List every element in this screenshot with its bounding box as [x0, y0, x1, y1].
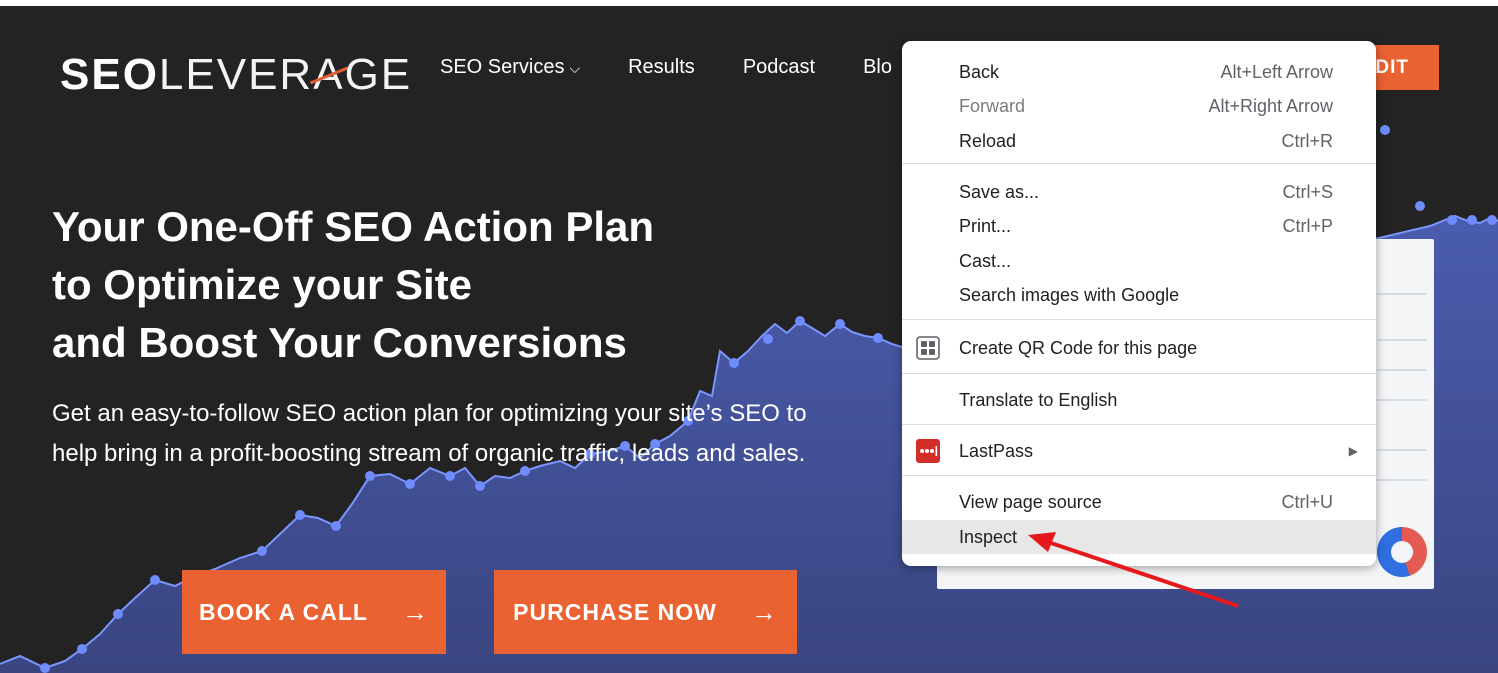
- menu-item-save-as-shortcut: Ctrl+S: [1282, 181, 1333, 202]
- dashboard-line: [1377, 339, 1427, 341]
- headline-line-3: and Boost Your Conversions: [52, 319, 627, 366]
- purchase-now-label: PURCHASE NOW: [513, 598, 717, 625]
- lastpass-icon: [916, 439, 940, 463]
- menu-item-translate-label: Translate to English: [959, 389, 1118, 410]
- menu-item-qr-code-label: Create QR Code for this page: [959, 337, 1198, 358]
- chart-point: [295, 510, 305, 520]
- menu-item-inspect[interactable]: Inspect: [902, 520, 1376, 554]
- chart-point: [1487, 215, 1497, 225]
- menu-item-back[interactable]: Back Alt+Left Arrow: [902, 55, 1376, 89]
- menu-item-forward-label: Forward: [959, 95, 1026, 116]
- menu-item-search-images-label: Search images with Google: [959, 284, 1180, 305]
- chart-point: [77, 644, 87, 654]
- logo-lever: LEVER: [158, 50, 314, 99]
- chart-point: [1467, 215, 1477, 225]
- menu-item-print-label: Print...: [959, 215, 1012, 236]
- menu-item-save-as-label: Save as...: [959, 181, 1040, 202]
- menu-separator: [902, 373, 1376, 374]
- book-a-call-button[interactable]: BOOK A CALL →: [182, 570, 446, 654]
- menu-item-save-as[interactable]: Save as... Ctrl+S: [902, 175, 1376, 209]
- chart-point: [40, 663, 50, 673]
- chart-point: [1447, 215, 1457, 225]
- header-cta-label: DIT: [1375, 56, 1409, 78]
- dashboard-line: [1377, 449, 1427, 451]
- book-a-call-label: BOOK A CALL: [198, 598, 368, 625]
- menu-item-cast-label: Cast...: [959, 250, 1012, 271]
- menu-separator: [902, 475, 1376, 476]
- chart-point: [873, 333, 883, 343]
- logo-a: A: [313, 50, 345, 99]
- menu-item-lastpass[interactable]: LastPass ▶: [902, 434, 1376, 468]
- qr-code-icon: [916, 336, 940, 360]
- arrow-right-icon: →: [750, 596, 778, 627]
- menu-separator: [902, 163, 1376, 164]
- menu-item-view-source-shortcut: Ctrl+U: [1281, 491, 1333, 512]
- menu-item-qr-code[interactable]: Create QR Code for this page: [902, 331, 1376, 365]
- logo-ge: GE: [344, 50, 413, 99]
- hero-subcopy: Get an easy-to-follow SEO action plan fo…: [52, 400, 807, 467]
- chart-point: [331, 521, 341, 531]
- menu-separator: [902, 319, 1376, 320]
- chart-point: [405, 479, 415, 489]
- purchase-now-button[interactable]: PURCHASE NOW →: [494, 570, 797, 654]
- dashboard-line: [1377, 369, 1427, 371]
- menu-item-back-shortcut: Alt+Left Arrow: [1220, 61, 1333, 82]
- chart-point: [1380, 125, 1390, 135]
- menu-item-search-images[interactable]: Search images with Google: [902, 278, 1376, 312]
- chart-point: [257, 546, 267, 556]
- menu-item-print[interactable]: Print... Ctrl+P: [902, 209, 1376, 243]
- dashboard-line: [1377, 293, 1427, 295]
- menu-item-back-label: Back: [959, 61, 1000, 82]
- chart-point: [150, 575, 160, 585]
- menu-item-print-shortcut: Ctrl+P: [1282, 215, 1333, 236]
- main-nav: SEO Services ⌵ Results Podcast Blo: [440, 56, 892, 79]
- logo-seo: SEO: [60, 50, 159, 99]
- chart-point: [835, 319, 845, 329]
- menu-item-view-source-label: View page source: [959, 491, 1102, 512]
- menu-item-reload-shortcut: Ctrl+R: [1281, 130, 1333, 151]
- nav-seo-services-label: SEO Services: [440, 56, 565, 78]
- menu-item-cast[interactable]: Cast...: [902, 244, 1376, 278]
- browser-context-menu: Back Alt+Left Arrow Forward Alt+Right Ar…: [902, 41, 1376, 566]
- dashboard-line: [1377, 399, 1427, 401]
- menu-item-inspect-label: Inspect: [959, 526, 1018, 547]
- submenu-arrow-icon: ▶: [1348, 444, 1358, 458]
- donut-chart-thumbnail: [1377, 527, 1427, 577]
- menu-item-view-source[interactable]: View page source Ctrl+U: [902, 485, 1376, 519]
- chart-point: [795, 316, 805, 326]
- seoleverage-logo[interactable]: SEO LEVER A GE: [60, 50, 412, 100]
- menu-item-lastpass-label: LastPass: [959, 440, 1034, 461]
- chart-point: [1415, 201, 1425, 211]
- nav-results[interactable]: Results: [628, 56, 695, 79]
- menu-item-forward-shortcut: Alt+Right Arrow: [1208, 95, 1333, 116]
- nav-blog[interactable]: Blo: [863, 56, 892, 79]
- menu-item-reload-label: Reload: [959, 130, 1017, 151]
- nav-podcast[interactable]: Podcast: [743, 56, 815, 79]
- menu-item-reload[interactable]: Reload Ctrl+R: [902, 124, 1376, 158]
- menu-separator: [902, 424, 1376, 425]
- hero-headline: Your One-Off SEO Action Plan to Optimize…: [52, 198, 772, 372]
- menu-item-forward[interactable]: Forward Alt+Right Arrow: [902, 89, 1376, 123]
- nav-seo-services[interactable]: SEO Services ⌵: [440, 56, 580, 79]
- menu-item-translate[interactable]: Translate to English: [902, 383, 1376, 417]
- chart-point: [113, 609, 123, 619]
- dashboard-line: [1377, 479, 1427, 481]
- chevron-down-icon: ⌵: [569, 60, 581, 76]
- headline-line-2: to Optimize your Site: [52, 261, 473, 308]
- headline-line-1: Your One-Off SEO Action Plan: [52, 203, 655, 250]
- chart-point: [475, 481, 485, 491]
- arrow-right-icon: →: [402, 596, 429, 627]
